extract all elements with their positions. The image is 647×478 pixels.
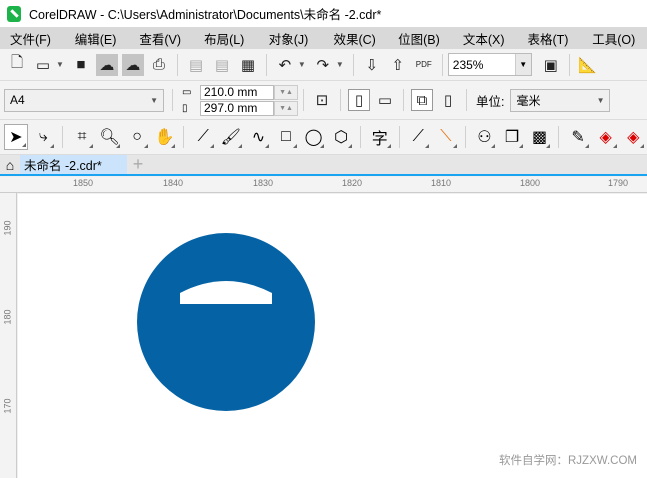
page-height-icon: ▯ <box>182 102 188 114</box>
pan-zoom-icon[interactable]: ○ <box>125 124 149 150</box>
cloud-download-icon[interactable]: ☁ <box>95 53 118 76</box>
ruler-tick-label: 1800 <box>520 178 541 188</box>
drawing-canvas[interactable]: 软件自学网：RJZXW.COM <box>18 194 647 478</box>
open-dropdown-icon[interactable]: ▼ <box>56 60 64 69</box>
ellipse-tool-icon[interactable]: ◯ <box>302 124 326 150</box>
open-folder-icon[interactable]: ▭ <box>32 54 54 76</box>
cloud-upload-icon[interactable]: ☁ <box>121 53 144 76</box>
rulers-options-icon[interactable]: 📐 <box>577 54 599 76</box>
connector-tool-icon[interactable]: ⟍ <box>434 124 458 150</box>
watermark: 软件自学网：RJZXW.COM <box>499 455 637 467</box>
undo-icon[interactable]: ↶ <box>274 54 296 76</box>
title-bar: CorelDRAW - C:\Users\Administrator\Docum… <box>0 0 647 27</box>
polygon-tool-icon[interactable]: ⬡ <box>329 124 353 150</box>
add-tab-icon[interactable]: + <box>127 154 149 174</box>
undo-dropdown-icon[interactable]: ▼ <box>298 60 306 69</box>
interactive-fill-icon[interactable]: ◈ <box>594 124 618 150</box>
page-width-icon: ▭ <box>182 86 192 98</box>
page-size-value: A4 <box>10 93 25 107</box>
ruler-tick-label: 190 <box>2 220 13 236</box>
chevron-down-icon[interactable]: ▼ <box>514 54 531 75</box>
redo-dropdown-icon[interactable]: ▼ <box>336 60 344 69</box>
ruler-tick-label: 1830 <box>253 178 274 188</box>
landscape-icon[interactable]: ▭ <box>374 89 396 111</box>
import-icon[interactable]: ⇩ <box>361 54 383 76</box>
paste-icon[interactable]: ▦ <box>237 54 259 76</box>
ruler-tick-label: 1820 <box>342 178 363 188</box>
window-title: CorelDRAW - C:\Users\Administrator\Docum… <box>29 8 382 22</box>
blend-tool-icon[interactable]: ⚇ <box>473 124 497 150</box>
all-pages-icon[interactable]: ⊡ <box>311 89 333 111</box>
text-tool-icon[interactable]: 字 <box>368 124 392 150</box>
zoom-level-combo[interactable]: 235% ▼ <box>447 53 532 76</box>
circle-shape[interactable] <box>18 194 647 478</box>
unit-label: 单位: <box>476 94 505 109</box>
menu-object[interactable]: 对象(J) <box>259 29 324 48</box>
ruler-tick-label: 180 <box>2 309 13 325</box>
drop-shadow-icon[interactable]: ❐ <box>500 124 524 150</box>
unit-select[interactable]: 毫米 ▼ <box>510 88 611 112</box>
eyedropper-icon[interactable]: ✎ <box>566 124 590 150</box>
portrait-icon[interactable]: ▯ <box>348 89 370 111</box>
redo-icon[interactable]: ↷ <box>312 54 334 76</box>
smart-fill-icon[interactable]: ◈ <box>622 124 646 150</box>
shape-tool-icon[interactable]: ⤷ <box>32 124 56 150</box>
menu-text[interactable]: 文本(X) <box>453 29 518 48</box>
coreldraw-logo-icon <box>7 5 21 22</box>
blue-circle[interactable] <box>137 233 315 411</box>
page-width-input[interactable]: 210.0 mm <box>200 84 274 100</box>
ruler-tick-label: 1810 <box>431 178 452 188</box>
export-icon[interactable]: ⇧ <box>387 54 409 76</box>
horizontal-ruler[interactable]: 1850 1840 1830 1820 1810 1800 1790 <box>0 177 647 193</box>
page-layout-icon[interactable]: ▯ <box>437 89 459 111</box>
page-height-spinner[interactable]: ▼▲ <box>274 100 298 116</box>
chevron-down-icon: ▼ <box>150 95 158 105</box>
ruler-tick-label: 1790 <box>608 178 629 188</box>
full-screen-icon[interactable]: ▣ <box>540 54 562 76</box>
menu-tools[interactable]: 工具(O) <box>582 29 647 48</box>
zoom-value: 235% <box>452 57 484 72</box>
page-size-select[interactable]: A4 ▼ <box>4 88 164 112</box>
tab-document-label: 未命名 -2.cdr* <box>24 159 102 173</box>
menu-table[interactable]: 表格(T) <box>518 29 583 48</box>
pick-tool-icon[interactable]: ➤ <box>4 124 28 150</box>
menu-effects[interactable]: 效果(C) <box>323 29 388 48</box>
ruler-tick-label: 1850 <box>73 178 94 188</box>
menu-edit[interactable]: 编辑(E) <box>65 29 130 48</box>
rectangle-tool-icon[interactable]: □ <box>274 124 298 150</box>
toolbox: ➤ ⤷ ⌗ 🔍︎ ○ ✋ ⟋ 🖌 ∿ □ ◯ ⬡ 字 ⟋ ⟍ ⚇ ❐ ▩ ✎ ◈… <box>0 120 647 155</box>
pan-tool-icon[interactable]: ✋ <box>153 124 177 150</box>
new-document-icon[interactable]: 🗋 <box>6 54 28 76</box>
vertical-ruler[interactable]: 190 180 170 <box>0 193 17 478</box>
crop-tool-icon[interactable]: ⌗ <box>70 124 94 150</box>
zoom-tool-icon[interactable]: 🔍︎ <box>98 124 122 150</box>
ruler-tick-label: 170 <box>2 398 13 414</box>
menu-view[interactable]: 查看(V) <box>129 29 194 48</box>
ruler-tick-label: 1840 <box>163 178 184 188</box>
spiral-tool-icon[interactable]: ∿ <box>247 124 271 150</box>
menu-file[interactable]: 文件(F) <box>0 29 65 48</box>
home-icon[interactable]: ⌂ <box>0 155 20 174</box>
page-height-input[interactable]: 297.0 mm <box>200 100 274 116</box>
cut-icon[interactable]: ▤ <box>185 54 207 76</box>
standard-toolbar: 🗋 ▭ ▼ ■ ☁ ☁ ⎙ ▤ ▤ ▦ ↶ ▼ ↷ ▼ ⇩ ⇧ PDF 235% ▼ ▣… <box>0 49 647 81</box>
freehand-tool-icon[interactable]: ⟋ <box>191 124 215 150</box>
menu-bitmaps[interactable]: 位图(B) <box>388 29 453 48</box>
export-pdf-icon[interactable]: PDF <box>413 54 435 76</box>
property-bar: A4 ▼ ▭ 210.0 mm ▼▲ ▯ 297.0 mm ▼▲ ⊡ ▯ ▭ ⧉ ▯ 单位… <box>0 81 647 120</box>
unit-value: 毫米 <box>516 93 541 108</box>
menu-bar: 文件(F) 编辑(E) 查看(V) 布局(L) 对象(J) 效果(C) 位图(B… <box>0 27 647 49</box>
apply-layout-icon[interactable]: ⧉ <box>411 89 433 111</box>
tab-document[interactable]: 未命名 -2.cdr* <box>20 155 127 174</box>
document-tabs: ⌂ 未命名 -2.cdr* + <box>0 154 647 176</box>
dimension-tool-icon[interactable]: ⟋ <box>406 124 430 150</box>
save-icon[interactable]: ■ <box>70 54 92 76</box>
page-width-spinner[interactable]: ▼▲ <box>274 84 298 100</box>
copy-icon[interactable]: ▤ <box>211 54 233 76</box>
transparency-icon[interactable]: ▩ <box>528 124 552 150</box>
menu-layout[interactable]: 布局(L) <box>194 29 259 48</box>
chevron-down-icon: ▼ <box>596 95 605 105</box>
artistic-media-icon[interactable]: 🖌 <box>219 124 243 150</box>
print-icon[interactable]: ⎙ <box>148 54 170 76</box>
